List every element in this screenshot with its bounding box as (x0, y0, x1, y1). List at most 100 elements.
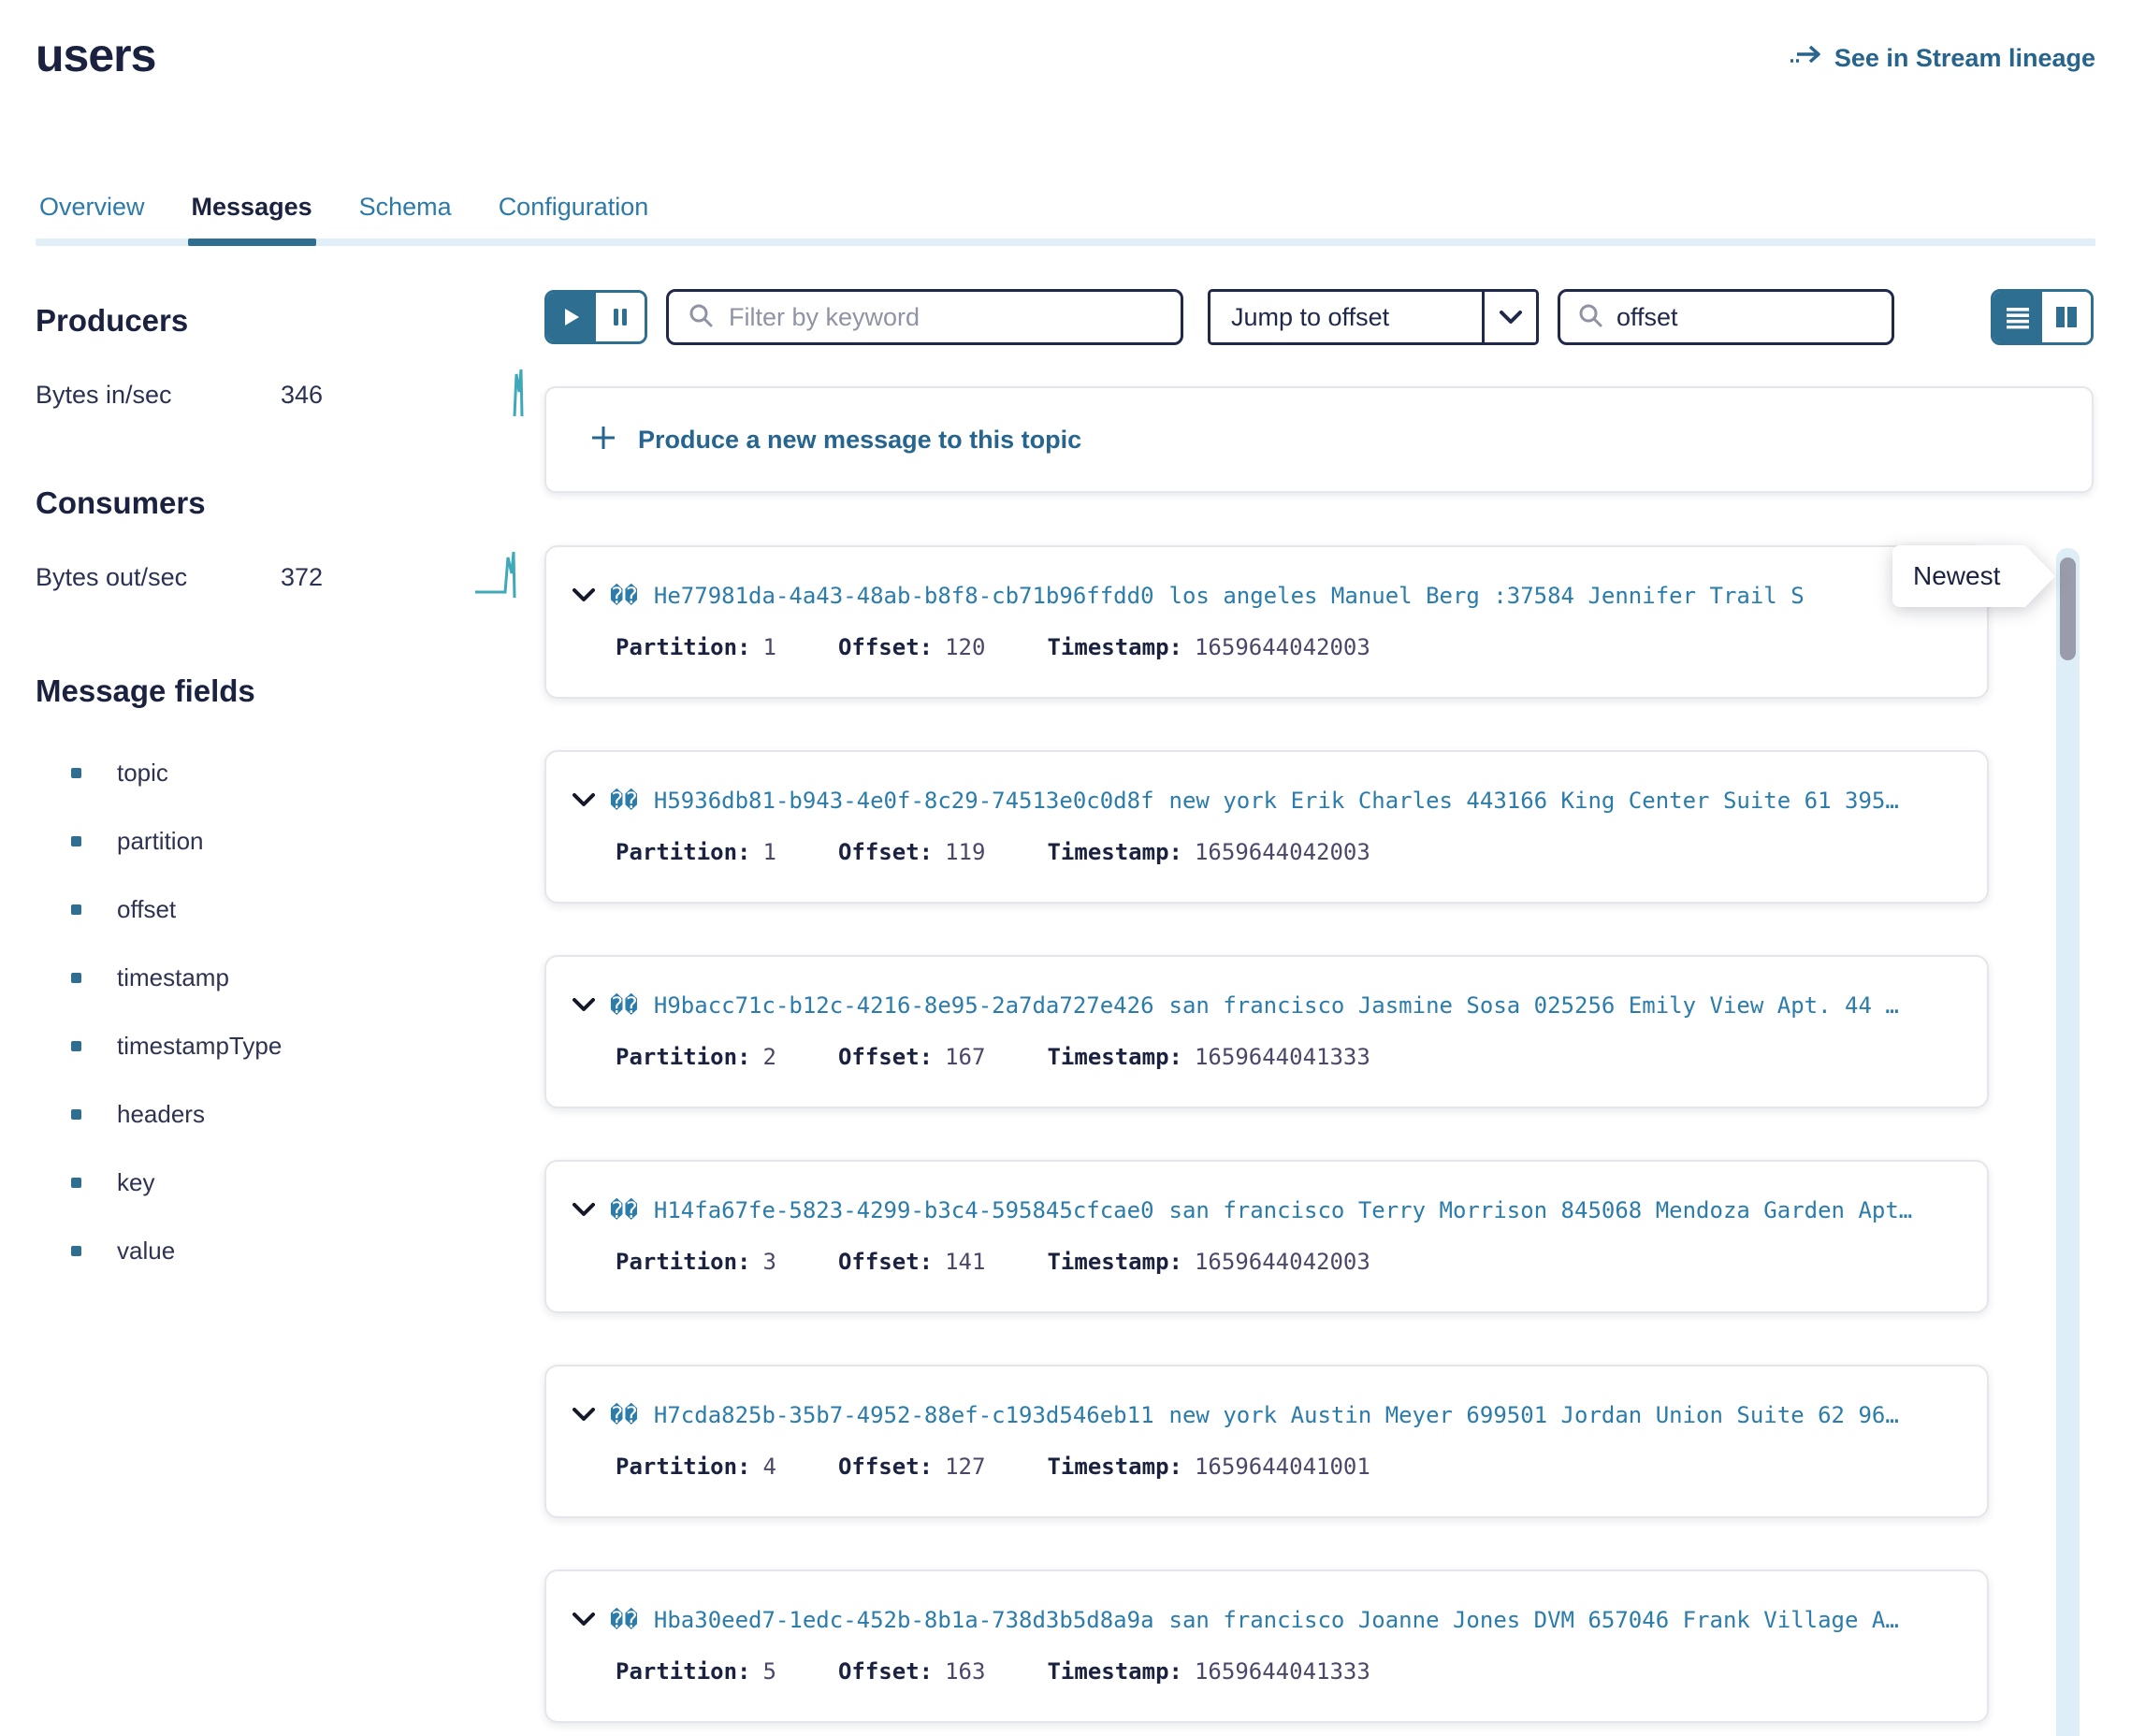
message-fields-heading: Message fields (36, 673, 544, 709)
key-glyph: �� (610, 1402, 639, 1428)
scrollbar-track[interactable] (2056, 548, 2080, 1736)
bytes-out-metric: Bytes out/sec 372 (36, 549, 541, 606)
split-view-button[interactable] (2042, 292, 2091, 342)
chevron-down-icon (1482, 292, 1536, 342)
field-bullet-icon (71, 904, 81, 915)
message-head: �� H9bacc71c-b12c-4216-8e95-2a7da727e426… (573, 992, 1963, 1019)
timestamp-value: 1659644042003 (1195, 839, 1370, 865)
message-meta: Partition:2 Offset:167 Timestamp:1659644… (573, 1044, 1963, 1070)
expand-chevron-icon[interactable] (573, 1408, 595, 1423)
field-bullet-icon (71, 1109, 81, 1120)
newest-tooltip: Newest (1892, 545, 2055, 607)
message-fields-list: topic partition offset timestamp timesta… (36, 739, 544, 1285)
jump-to-offset-select[interactable]: Jump to offset (1208, 289, 1539, 345)
newest-tooltip-label: Newest (1892, 545, 2055, 607)
message-row[interactable]: �� H7cda825b-35b7-4952-88ef-c193d546eb11… (544, 1365, 1989, 1518)
tab-underline-track (36, 239, 2095, 246)
offset-search-field (1558, 289, 1894, 345)
message-key: H5936db81-b943-4e0f-8c29-74513e0c0d8f (654, 788, 1154, 814)
partition-value: 3 (763, 1249, 776, 1275)
sidebar: Producers Bytes in/sec 346 Consumers Byt… (0, 288, 544, 1723)
message-head: �� H7cda825b-35b7-4952-88ef-c193d546eb11… (573, 1402, 1963, 1428)
messages-toolbar: Jump to offset (544, 288, 2094, 346)
bytes-out-value: 372 (281, 563, 323, 592)
message-key: H7cda825b-35b7-4952-88ef-c193d546eb11 (654, 1402, 1154, 1428)
field-item-partition[interactable]: partition (36, 807, 544, 875)
pause-button[interactable] (596, 293, 645, 341)
partition-value: 1 (763, 634, 776, 660)
field-bullet-icon (71, 1178, 81, 1188)
play-button[interactable] (547, 293, 596, 341)
partition-value: 1 (763, 839, 776, 865)
partition-value: 2 (763, 1044, 776, 1070)
message-row[interactable]: �� H5936db81-b943-4e0f-8c29-74513e0c0d8f… (544, 750, 1989, 904)
offset-value: 119 (945, 839, 985, 865)
tab-bar: Overview Messages Schema Configuration (36, 193, 2095, 246)
field-item-value[interactable]: value (36, 1217, 544, 1285)
timestamp-label: Timestamp: (1047, 1658, 1182, 1685)
offset-search-input[interactable] (1616, 303, 1948, 332)
expand-chevron-icon[interactable] (573, 793, 595, 808)
timestamp-label: Timestamp: (1047, 1044, 1182, 1070)
timestamp-label: Timestamp: (1047, 1249, 1182, 1275)
field-item-key[interactable]: key (36, 1149, 544, 1217)
expand-chevron-icon[interactable] (573, 1203, 595, 1218)
field-label: value (117, 1237, 175, 1266)
field-label: timestampType (117, 1032, 282, 1061)
field-item-topic[interactable]: topic (36, 739, 544, 807)
message-head: �� Hba30eed7-1edc-452b-8b1a-738d3b5d8a9a… (573, 1607, 1963, 1633)
timestamp-label: Timestamp: (1047, 634, 1182, 660)
message-row[interactable]: �� He77981da-4a43-48ab-b8f8-cb71b96ffdd0… (544, 545, 1989, 699)
field-label: topic (117, 759, 168, 788)
field-bullet-icon (71, 836, 81, 846)
filter-input[interactable] (729, 303, 1162, 332)
message-row[interactable]: �� Hba30eed7-1edc-452b-8b1a-738d3b5d8a9a… (544, 1570, 1989, 1723)
stream-lineage-link[interactable]: See in Stream lineage (1790, 43, 2095, 74)
key-glyph: �� (610, 1607, 639, 1633)
offset-value: 120 (945, 634, 985, 660)
key-glyph: �� (610, 788, 639, 814)
produce-message-label: Produce a new message to this topic (638, 426, 1081, 455)
timestamp-value: 1659644041333 (1195, 1044, 1370, 1070)
tab-schema[interactable]: Schema (355, 193, 456, 246)
offset-label: Offset: (838, 1658, 933, 1685)
offset-label: Offset: (838, 1044, 933, 1070)
scrollbar-thumb[interactable] (2060, 557, 2076, 660)
list-view-button[interactable] (1993, 292, 2042, 342)
timestamp-value: 1659644042003 (1195, 1249, 1370, 1275)
message-head: �� H5936db81-b943-4e0f-8c29-74513e0c0d8f… (573, 788, 1963, 814)
message-row[interactable]: �� H14fa67fe-5823-4299-b3c4-595845cfcae0… (544, 1160, 1989, 1313)
bytes-in-sparkline (503, 367, 535, 424)
bytes-in-label: Bytes in/sec (36, 381, 281, 410)
produce-message-button[interactable]: Produce a new message to this topic (544, 386, 2094, 493)
partition-label: Partition: (616, 839, 751, 865)
partition-value: 4 (763, 1454, 776, 1480)
timestamp-value: 1659644042003 (1195, 634, 1370, 660)
message-value-preview: new york Austin Meyer 699501 Jordan Unio… (1169, 1402, 1899, 1428)
expand-chevron-icon[interactable] (573, 588, 595, 603)
field-item-headers[interactable]: headers (36, 1080, 544, 1149)
field-item-timestampType[interactable]: timestampType (36, 1012, 544, 1080)
bytes-out-sparkline (473, 549, 535, 606)
offset-label: Offset: (838, 839, 933, 865)
bytes-in-value: 346 (281, 381, 323, 410)
field-bullet-icon (71, 768, 81, 778)
tab-configuration[interactable]: Configuration (495, 193, 653, 246)
partition-label: Partition: (616, 1249, 751, 1275)
field-item-timestamp[interactable]: timestamp (36, 944, 544, 1012)
page-title: users (36, 28, 155, 82)
field-label: partition (117, 827, 204, 856)
expand-chevron-icon[interactable] (573, 998, 595, 1013)
field-label: offset (117, 895, 176, 924)
message-value-preview: san francisco Terry Morrison 845068 Mend… (1169, 1197, 1913, 1223)
plus-icon (589, 424, 617, 456)
tab-overview[interactable]: Overview (36, 193, 149, 246)
field-bullet-icon (71, 973, 81, 983)
tab-messages[interactable]: Messages (188, 193, 316, 246)
message-value-preview: san francisco Jasmine Sosa 025256 Emily … (1169, 992, 1899, 1019)
field-item-offset[interactable]: offset (36, 875, 544, 944)
key-glyph: �� (610, 1197, 639, 1223)
message-key: H9bacc71c-b12c-4216-8e95-2a7da727e426 (654, 992, 1154, 1019)
message-row[interactable]: �� H9bacc71c-b12c-4216-8e95-2a7da727e426… (544, 955, 1989, 1108)
expand-chevron-icon[interactable] (573, 1613, 595, 1628)
